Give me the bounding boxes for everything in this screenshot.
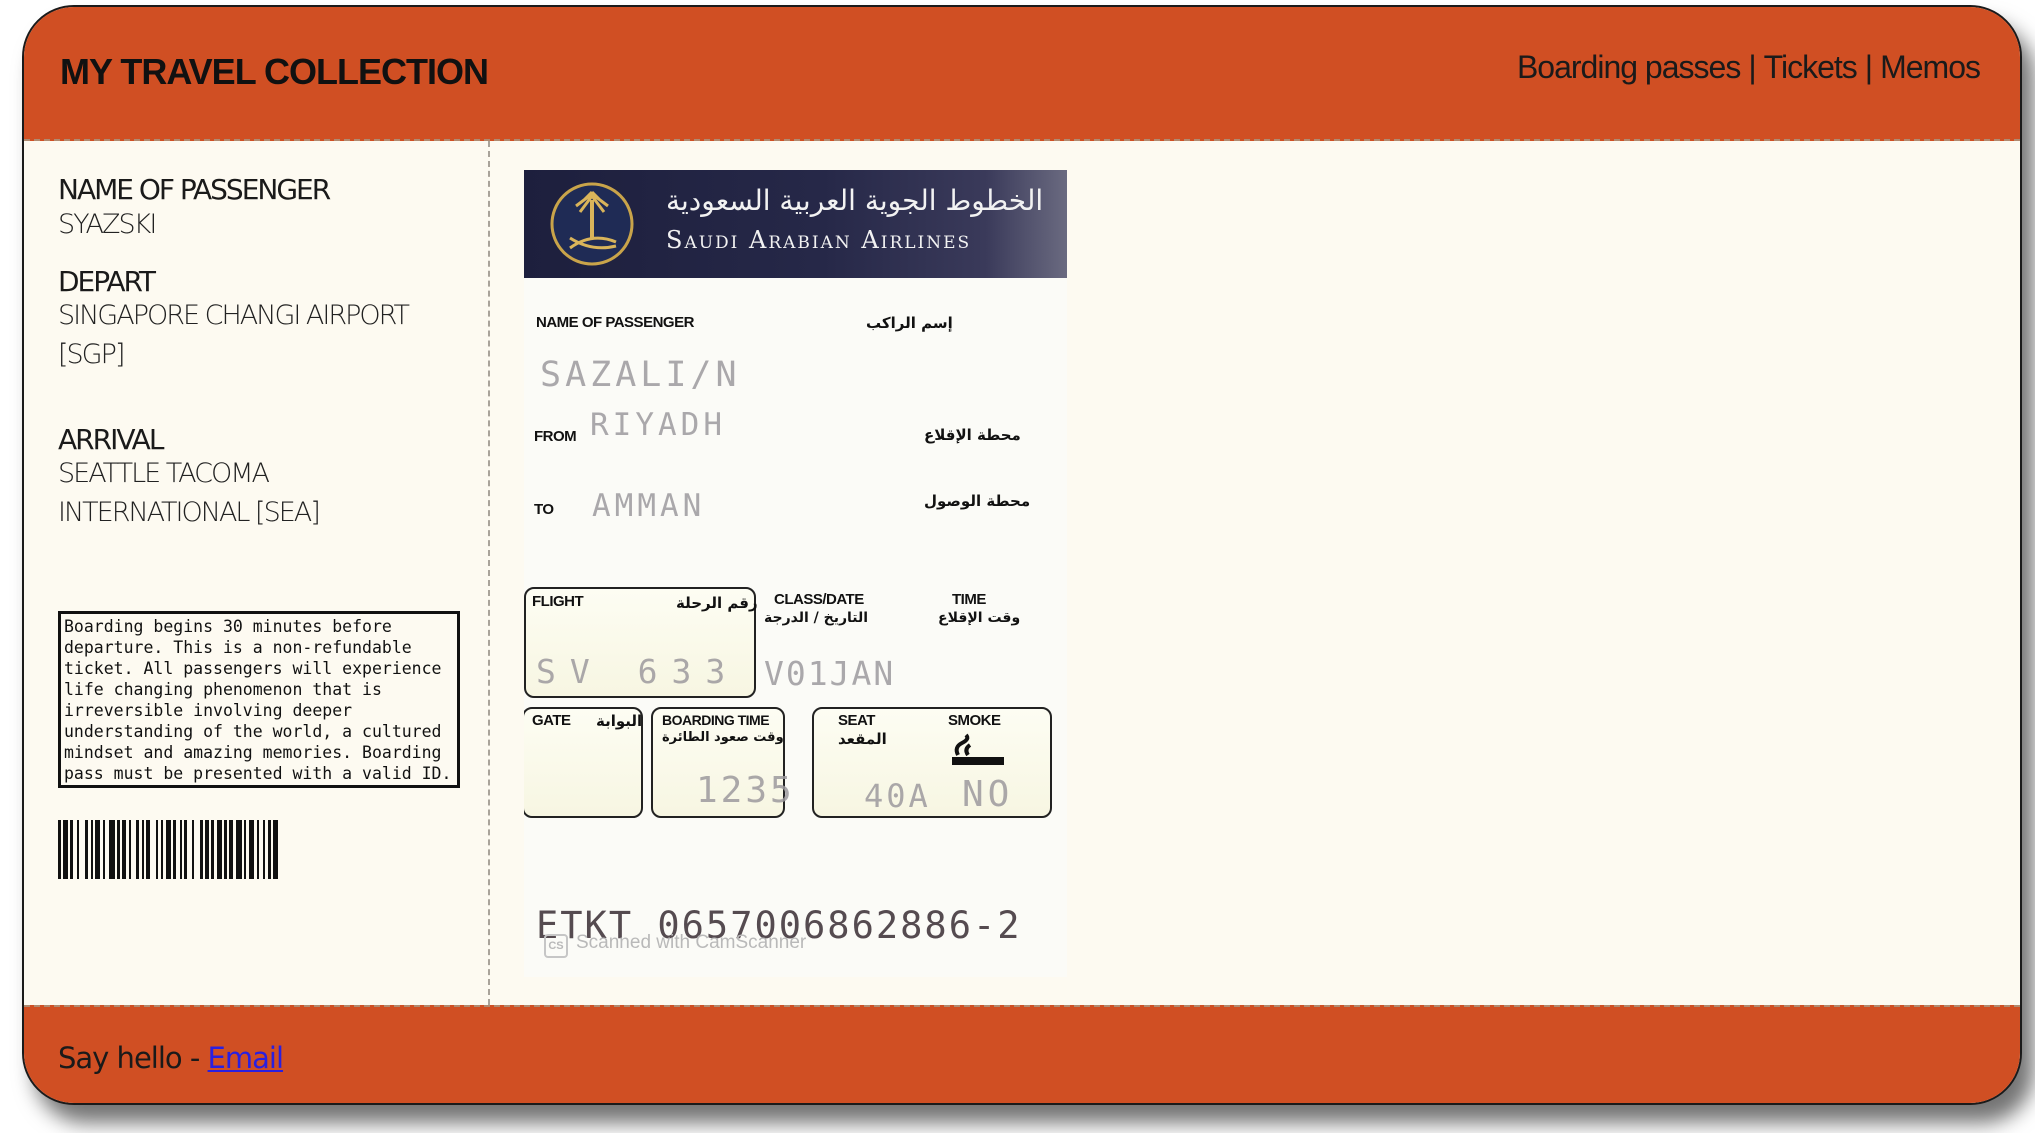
tk-class-label: CLASS/DATE [774,591,864,608]
passenger-value: SYAZSKI [58,209,157,240]
barcode [58,820,476,879]
nav-separator: | [1748,49,1756,85]
tk-name-label: NAME OF PASSENGER [536,314,694,331]
tk-boarding-label-ar: وقت صعود الطائرة [662,730,784,745]
nav-boarding-passes[interactable]: Boarding passes [1517,49,1741,86]
tk-gate-label: GATE [532,712,571,729]
airline-arabic-name: الخطوط الجوية العربية السعودية [666,184,1044,217]
tk-smoke-label: SMOKE [948,712,1001,729]
tk-class-label-ar: التاريخ / الدرجة [764,610,869,626]
tk-to-label: TO [534,501,554,518]
tk-from-stamp: RIYADH [590,407,726,443]
tk-seat-label-ar: المقعد [838,730,887,748]
tk-time-label: TIME [952,591,986,608]
tk-time-label-ar: وقت الإقلاع [938,610,1021,626]
smoking-icon [952,733,1004,765]
site-title: MY TRAVEL COLLECTION [60,51,489,92]
footer: Say hello - Email [24,1005,2020,1103]
saudia-logo-icon [550,182,634,266]
nav-tickets[interactable]: Tickets [1764,49,1858,86]
arrival-label: ARRIVAL [58,423,164,456]
travel-card: MY TRAVEL COLLECTION Boarding passes | T… [22,5,2022,1105]
main-nav: Boarding passes | Tickets | Memos [1517,49,1981,86]
boarding-notice: Boarding begins 30 minutes before depart… [58,611,460,788]
passenger-label: NAME OF PASSENGER [58,173,331,206]
say-hello-text: Say hello - [58,1041,208,1075]
tk-gate-label-ar: البوابة [596,712,643,730]
nav-separator: | [1864,49,1873,85]
tk-to-stamp: AMMAN [592,488,706,524]
tk-from-label: FROM [534,428,577,445]
nav-memos[interactable]: Memos [1880,49,1981,86]
email-link[interactable]: Email [208,1041,284,1075]
arrival-value: SEATTLE TACOMA INTERNATIONAL [SEA] [58,458,321,528]
tk-smoke-stamp: NO [962,774,1014,815]
say-hello: Say hello - Email [58,1041,284,1075]
tk-boarding-label: BOARDING TIME [662,712,770,728]
header: MY TRAVEL COLLECTION Boarding passes | T… [24,7,2020,141]
tk-flight-label-ar: رقم الرحلة [676,594,758,612]
tk-seat-label: SEAT [838,712,875,729]
tk-boarding-stamp: 1235 [696,770,795,811]
tk-to-label-ar: محطة الوصول [924,492,1031,510]
depart-label: DEPART [58,265,156,298]
tk-flight-stamp: SV 633 [536,652,740,691]
boarding-pass-scan: الخطوط الجوية العربية السعودية Saudi Ara… [524,170,1067,977]
airline-name: Saudi Arabian Airlines [666,226,972,254]
airline-banner: الخطوط الجوية العربية السعودية Saudi Ara… [524,170,1067,278]
tk-passenger-stamp: SAZALI/N [540,355,741,395]
tk-scanner-watermark: Scanned with CamScanner [576,932,807,953]
tk-from-label-ar: محطة الإقلاع [924,426,1021,444]
passenger-details-panel: NAME OF PASSENGER SYAZSKI DEPART SINGAPO… [24,141,490,1005]
depart-value: SINGAPORE CHANGI AIRPORT [SGP] [58,300,410,370]
camscanner-icon: CS [544,934,568,958]
tk-class-stamp: V01JAN [764,654,896,693]
tk-flight-label: FLIGHT [532,593,584,610]
tk-seat-stamp: 40A [864,777,931,815]
tk-name-label-ar: إسم الراكب [866,314,953,332]
